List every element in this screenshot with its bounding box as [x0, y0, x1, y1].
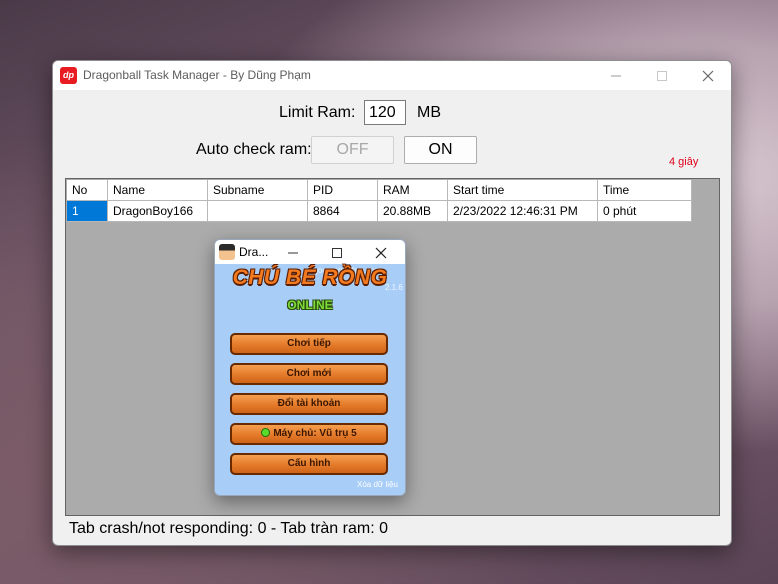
- game-launcher-body: ngocrongonline.com CHÚ BÉ RỒNG 2.1.6 ONL…: [215, 264, 405, 495]
- limit-ram-input[interactable]: 120: [364, 100, 406, 125]
- limit-ram-unit: MB: [417, 104, 441, 121]
- game-title-bar[interactable]: Dra...: [215, 240, 405, 264]
- server-select-label: Máy chủ: Vũ trụ 5: [273, 428, 357, 439]
- settings-button[interactable]: Cấu hình: [230, 453, 388, 475]
- cell-pid[interactable]: 8864: [308, 201, 378, 222]
- cell-time[interactable]: 0 phút: [598, 201, 692, 222]
- window-title: Dragonball Task Manager - By Dũng Phạm: [83, 68, 311, 82]
- column-header-name[interactable]: Name: [108, 180, 208, 201]
- continue-game-button[interactable]: Chơi tiếp: [230, 333, 388, 355]
- minimize-icon: [611, 75, 621, 77]
- maximize-icon: [332, 248, 342, 258]
- title-bar[interactable]: dp Dragonball Task Manager - By Dũng Phạ…: [53, 61, 731, 90]
- countdown-text: 4 giây: [669, 156, 699, 168]
- maximize-button[interactable]: [639, 61, 685, 90]
- limit-ram-label: Limit Ram:: [279, 104, 356, 121]
- game-window-title: Dra...: [239, 245, 269, 259]
- server-status-icon: [261, 428, 271, 437]
- game-logo-subtitle: ONLINE: [287, 298, 333, 312]
- game-minimize-button[interactable]: [277, 240, 307, 264]
- game-window: Dra... ngocrongonline.com CHÚ BÉ RỒNG 2.…: [214, 239, 406, 496]
- cell-subname[interactable]: [208, 201, 308, 222]
- cell-start-time[interactable]: 2/23/2022 12:46:31 PM: [448, 201, 598, 222]
- change-account-button[interactable]: Đổi tài khoản: [230, 393, 388, 415]
- game-logo: CHÚ BÉ RỒNG: [232, 266, 388, 289]
- cell-no[interactable]: 1: [67, 201, 108, 222]
- auto-check-label: Auto check ram:: [196, 141, 312, 158]
- game-close-button[interactable]: [365, 240, 395, 264]
- game-avatar-icon: [219, 244, 235, 260]
- column-header-no[interactable]: No: [67, 180, 108, 201]
- new-game-button[interactable]: Chơi mới: [230, 363, 388, 385]
- minimize-icon: [288, 252, 298, 254]
- server-select-button[interactable]: Máy chủ: Vũ trụ 5: [230, 423, 388, 445]
- close-icon: [702, 70, 714, 82]
- game-maximize-button[interactable]: [321, 240, 351, 264]
- maximize-icon: [657, 71, 667, 81]
- column-header-ram[interactable]: RAM: [378, 180, 448, 201]
- off-button[interactable]: OFF: [311, 136, 394, 164]
- app-logo-icon: dp: [60, 67, 77, 84]
- clear-data-link[interactable]: Xóa dữ liệu: [357, 480, 398, 489]
- minimize-button[interactable]: [593, 61, 639, 90]
- column-header-pid[interactable]: PID: [308, 180, 378, 201]
- close-icon: [375, 247, 387, 259]
- cell-ram[interactable]: 20.88MB: [378, 201, 448, 222]
- game-version: 2.1.6: [385, 283, 403, 292]
- on-button[interactable]: ON: [404, 136, 477, 164]
- column-header-subname[interactable]: Subname: [208, 180, 308, 201]
- column-header-start-time[interactable]: Start time: [448, 180, 598, 201]
- close-button[interactable]: [685, 61, 731, 90]
- status-bar-text: Tab crash/not responding: 0 - Tab tràn r…: [69, 520, 388, 537]
- column-header-time[interactable]: Time: [598, 180, 692, 201]
- cell-name[interactable]: DragonBoy166: [108, 201, 208, 222]
